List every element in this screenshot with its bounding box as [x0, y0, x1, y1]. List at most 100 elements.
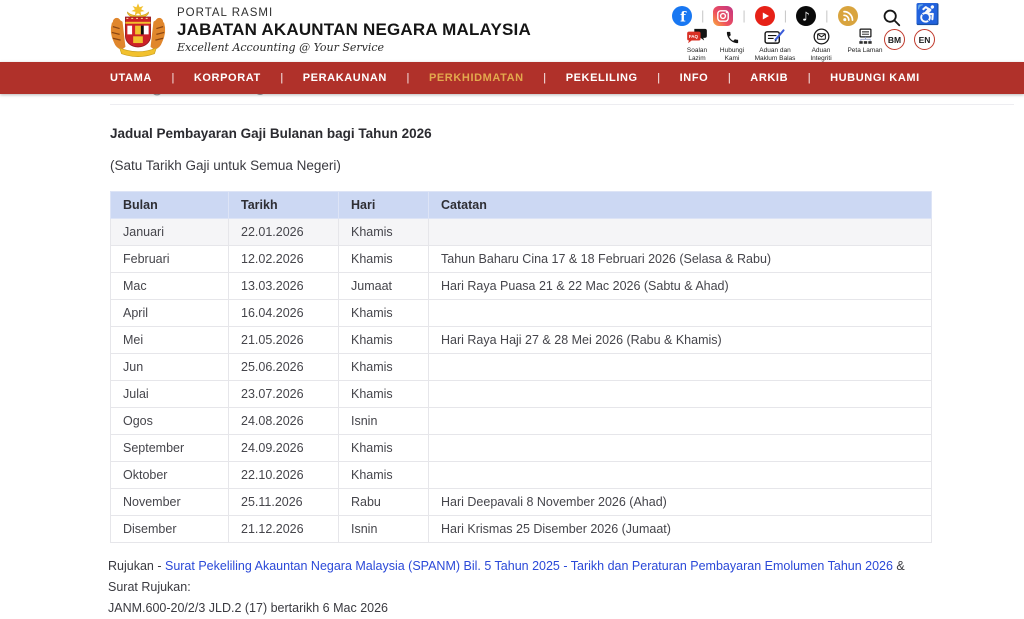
cell-tarikh: 23.07.2026 — [229, 381, 339, 408]
cell-hari: Khamis — [339, 435, 429, 462]
tiktok-icon[interactable]: ♪ — [796, 6, 816, 26]
cell-catatan — [429, 435, 932, 462]
cell-tarikh: 25.11.2026 — [229, 489, 339, 516]
cell-hari: Khamis — [339, 327, 429, 354]
site-header: PORTAL RASMI JABATAN AKAUNTAN NEGARA MAL… — [0, 0, 1024, 62]
reference-note: Rujukan - Surat Pekeliling Akauntan Nega… — [108, 556, 938, 619]
rss-icon[interactable] — [838, 6, 858, 26]
cell-bulan: Julai — [111, 381, 229, 408]
nav-divider: | — [657, 72, 660, 84]
site-tagline: Excellent Accounting @ Your Service — [177, 41, 531, 54]
table-header-row: Bulan Tarikh Hari Catatan — [111, 192, 932, 219]
brand-block: PORTAL RASMI JABATAN AKAUNTAN NEGARA MAL… — [177, 7, 531, 54]
site-title: JABATAN AKAUNTAN NEGARA MALAYSIA — [177, 20, 531, 40]
reference-prefix: Rujukan - — [108, 559, 165, 573]
nav-divider: | — [407, 72, 410, 84]
quick-link-peta-laman[interactable]: Peta Laman — [842, 28, 888, 55]
nav-item-perakaunan[interactable]: PERAKAUNAN — [303, 72, 387, 84]
cell-tarikh: 25.06.2026 — [229, 354, 339, 381]
divider: | — [742, 6, 745, 26]
cell-catatan — [429, 300, 932, 327]
quick-link-label: Soalan Lazim — [680, 47, 714, 63]
tiger-right-icon — [151, 18, 166, 50]
cell-tarikh: 24.09.2026 — [229, 435, 339, 462]
page-subtitle: (Satu Tarikh Gaji untuk Semua Negeri) — [110, 158, 341, 173]
federal-star-icon — [131, 3, 144, 15]
youtube-icon[interactable] — [755, 6, 775, 26]
cell-bulan: November — [111, 489, 229, 516]
cell-hari: Khamis — [339, 381, 429, 408]
cell-hari: Khamis — [339, 246, 429, 273]
quick-link-label: Peta Laman — [847, 47, 882, 55]
meta-divider — [110, 104, 1014, 105]
cell-bulan: September — [111, 435, 229, 462]
main-navbar: UTAMA | KORPORAT | PERAKAUNAN | PERKHIDM… — [0, 62, 1024, 94]
cell-hari: Isnin — [339, 408, 429, 435]
social-links: f | | | ♪ | — [672, 6, 858, 26]
search-icon[interactable] — [882, 8, 902, 28]
cell-catatan: Hari Raya Puasa 21 & 22 Mac 2026 (Sabtu … — [429, 273, 932, 300]
nav-item-korporat[interactable]: KORPORAT — [194, 72, 261, 84]
nav-item-pekeliling[interactable]: PEKELILING — [566, 72, 638, 84]
cell-catatan — [429, 462, 932, 489]
cell-hari: Khamis — [339, 300, 429, 327]
cell-tarikh: 13.03.2026 — [229, 273, 339, 300]
cell-hari: Rabu — [339, 489, 429, 516]
shield-icon — [125, 17, 150, 47]
cell-hari: Jumaat — [339, 273, 429, 300]
language-en-button[interactable]: EN — [914, 29, 935, 50]
cell-bulan: Oktober — [111, 462, 229, 489]
page-title: Jadual Pembayaran Gaji Bulanan bagi Tahu… — [110, 126, 432, 141]
cell-bulan: Mac — [111, 273, 229, 300]
column-header-tarikh: Tarikh — [229, 192, 339, 219]
quick-links: FAQ Soalan Lazim Hubungi Kami — [680, 28, 888, 63]
table-row: September 24.09.2026 Khamis — [111, 435, 932, 462]
quick-link-soalan-lazim[interactable]: FAQ Soalan Lazim — [680, 28, 714, 63]
column-header-bulan: Bulan — [111, 192, 229, 219]
instagram-icon[interactable] — [713, 6, 733, 26]
cell-catatan — [429, 408, 932, 435]
facebook-icon[interactable]: f — [672, 6, 692, 26]
portal-rasmi-label: PORTAL RASMI — [177, 7, 531, 19]
quick-link-aduan-integriti[interactable]: Aduan Integriti — [802, 28, 840, 63]
jata-negara-logo[interactable] — [109, 3, 167, 58]
cell-catatan — [429, 219, 932, 246]
cell-tarikh: 16.04.2026 — [229, 300, 339, 327]
cell-hari: Khamis — [339, 354, 429, 381]
sitemap-icon — [857, 28, 874, 45]
quick-link-aduan-maklum-balas[interactable]: Aduan dan Maklum Balas — [750, 28, 800, 63]
cell-catatan: Hari Deepavali 8 November 2026 (Ahad) — [429, 489, 932, 516]
divider: | — [784, 6, 787, 26]
page: PORTAL RASMI JABATAN AKAUNTAN NEGARA MAL… — [0, 0, 1024, 598]
cell-bulan: Ogos — [111, 408, 229, 435]
table-row: Ogos 24.08.2026 Isnin — [111, 408, 932, 435]
table-row: Jun 25.06.2026 Khamis — [111, 354, 932, 381]
accessibility-icon[interactable]: ♿ — [915, 4, 940, 26]
cell-tarikh: 12.02.2026 — [229, 246, 339, 273]
nav-item-arkib[interactable]: ARKIB — [750, 72, 788, 84]
table-row: April 16.04.2026 Khamis — [111, 300, 932, 327]
nav-divider: | — [728, 72, 731, 84]
table-row: Disember 21.12.2026 Isnin Hari Krismas 2… — [111, 516, 932, 543]
nav-divider: | — [171, 72, 174, 84]
cell-tarikh: 21.12.2026 — [229, 516, 339, 543]
nav-item-utama[interactable]: UTAMA — [110, 72, 152, 84]
nav-item-perkhidmatan[interactable]: PERKHIDMATAN — [429, 72, 524, 84]
nav-divider: | — [808, 72, 811, 84]
nav-item-info[interactable]: INFO — [680, 72, 709, 84]
spanm-circular-link[interactable]: Surat Pekeliling Akauntan Negara Malaysi… — [165, 559, 893, 573]
svg-text:♪: ♪ — [802, 10, 810, 24]
phone-icon — [725, 28, 740, 45]
cell-catatan: Hari Raya Haji 27 & 28 Mei 2026 (Rabu & … — [429, 327, 932, 354]
tiger-left-icon — [111, 18, 126, 50]
quick-link-hubungi-kami[interactable]: Hubungi Kami — [716, 28, 748, 63]
table-row: Januari 22.01.2026 Khamis — [111, 219, 932, 246]
cell-hari: Isnin — [339, 516, 429, 543]
feedback-icon — [764, 28, 787, 45]
table-row: Mei 21.05.2026 Khamis Hari Raya Haji 27 … — [111, 327, 932, 354]
faq-icon: FAQ — [686, 28, 708, 45]
language-bm-button[interactable]: BM — [884, 29, 905, 50]
cell-catatan: Tahun Baharu Cina 17 & 18 Februari 2026 … — [429, 246, 932, 273]
cell-tarikh: 21.05.2026 — [229, 327, 339, 354]
nav-item-hubungi-kami[interactable]: HUBUNGI KAMI — [830, 72, 920, 84]
